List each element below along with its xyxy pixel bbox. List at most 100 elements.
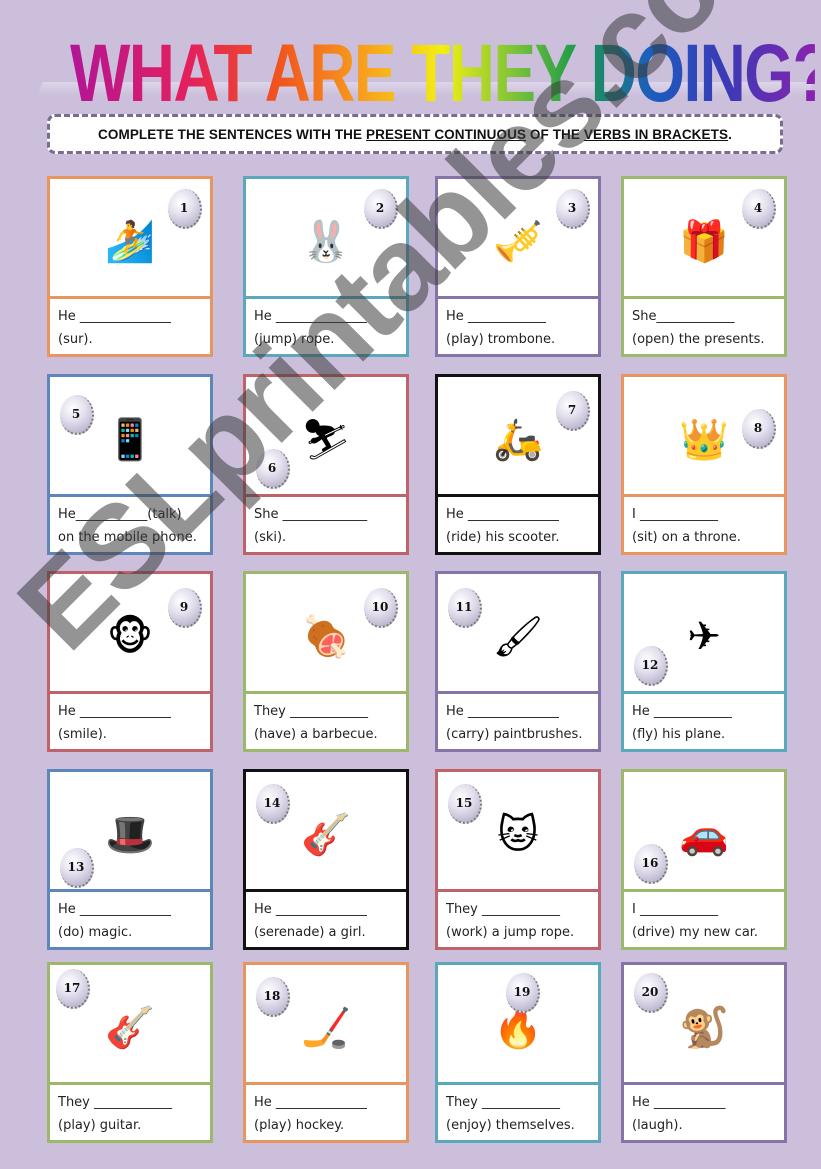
sentence-blank-line[interactable]: He ______________	[58, 305, 204, 328]
sentence-blank-line[interactable]: He ______________	[254, 1091, 400, 1114]
exercise-sentence: He___________(talk)on the mobile phone.	[50, 497, 210, 549]
exercise-picture: 🎸 17	[50, 965, 210, 1085]
sentence-verb-hint: (laugh).	[632, 1118, 683, 1133]
exercise-card: 🏒 18 He ______________ (play) hockey.	[243, 962, 409, 1143]
number-badge: 3	[556, 189, 590, 229]
exercise-picture: 🐒 20	[624, 965, 784, 1085]
sentence-blank-line[interactable]: He ______________	[58, 700, 204, 723]
exercise-picture: 🎸 14	[246, 772, 406, 892]
cartoon-illustration-icon: 🐱	[497, 812, 539, 859]
number-badge: 14	[256, 784, 290, 824]
number-badge: 16	[634, 844, 668, 884]
exercise-sentence: He ____________ (fly) his plane.	[624, 694, 784, 746]
sentence-verb-hint: (sit) on a throne.	[632, 530, 741, 545]
exercise-picture: ✈ 12	[624, 574, 784, 694]
cartoon-illustration-icon: 👑	[679, 417, 729, 464]
sentence-verb-hint: (do) magic.	[58, 925, 133, 940]
exercise-sentence: She____________ (open) the presents.	[624, 299, 784, 351]
exercise-picture: 📱 5	[50, 377, 210, 497]
exercise-card: 🚗 16 I ____________ (drive) my new car.	[621, 769, 787, 950]
exercise-picture: 🎺 3	[438, 179, 598, 299]
sentence-blank-line[interactable]: He ______________	[254, 898, 400, 921]
cartoon-illustration-icon: 🎁	[679, 219, 729, 266]
number-badge: 13	[60, 848, 94, 888]
sentence-verb-hint: (drive) my new car.	[632, 925, 759, 940]
number-badge: 20	[634, 973, 668, 1013]
cartoon-illustration-icon: 🐒	[679, 1005, 729, 1052]
sentence-verb-hint: on the mobile phone.	[58, 530, 197, 545]
exercise-picture: 🔥 19	[438, 965, 598, 1085]
cartoon-illustration-icon: 🚗	[679, 812, 729, 859]
instructions-text-3: .	[728, 126, 732, 142]
number-badge: 7	[556, 391, 590, 431]
sentence-blank-line[interactable]: He ______________	[58, 898, 204, 921]
sentence-verb-hint: (jump) rope.	[254, 332, 335, 347]
exercise-sentence: He ______________ (play) hockey.	[246, 1085, 406, 1137]
instructions-underlined-1: PRESENT CONTINUOUS	[366, 126, 527, 142]
exercise-card: ⛷ 6 She _____________ (ski).	[243, 374, 409, 555]
number-badge: 10	[364, 588, 398, 628]
exercise-picture: 🎩 13	[50, 772, 210, 892]
cartoon-illustration-icon: 🎩	[105, 812, 155, 859]
sentence-verb-hint: (ski).	[254, 530, 287, 545]
sentence-blank-line[interactable]: They ____________	[446, 898, 592, 921]
sentence-verb-hint: (smile).	[58, 727, 107, 742]
exercise-picture: 🐱 15	[438, 772, 598, 892]
sentence-verb-hint: (sur).	[58, 332, 93, 347]
exercise-sentence: He ______________ (sur).	[50, 299, 210, 351]
exercise-sentence: They ____________ (have) a barbecue.	[246, 694, 406, 746]
instructions-text-2: OF THE	[526, 126, 584, 142]
instructions-underlined-2: VERBS IN BRACKETS	[583, 126, 729, 142]
number-badge: 5	[60, 395, 94, 435]
exercise-card: ✈ 12 He ____________ (fly) his plane.	[621, 571, 787, 752]
exercise-card: 🔥 19 They ____________ (enjoy) themselves.	[435, 962, 601, 1143]
page-title: WHAT ARE THEY DOING?	[70, 28, 821, 119]
sentence-blank-line[interactable]: He ______________	[446, 503, 592, 526]
exercise-picture: 🛵 7	[438, 377, 598, 497]
exercise-card: 🎸 17 They ____________ (play) guitar.	[47, 962, 213, 1143]
exercise-picture: 👑 8	[624, 377, 784, 497]
cartoon-illustration-icon: 🎸	[301, 812, 351, 859]
exercise-sentence: He ______________ (smile).	[50, 694, 210, 746]
exercise-sentence: I ____________ (drive) my new car.	[624, 892, 784, 944]
sentence-blank-line[interactable]: He ______________	[446, 700, 592, 723]
exercise-card: 🛵 7 He ______________ (ride) his scooter.	[435, 374, 601, 555]
exercise-sentence: He ______________ (serenade) a girl.	[246, 892, 406, 944]
sentence-blank-line[interactable]: He ____________	[632, 700, 778, 723]
exercise-sentence: He ______________ (jump) rope.	[246, 299, 406, 351]
sentence-verb-hint: (enjoy) themselves.	[446, 1118, 575, 1133]
exercise-card: 👑 8 I ____________ (sit) on a throne.	[621, 374, 787, 555]
sentence-blank-line[interactable]: He___________(talk)	[58, 503, 204, 526]
sentence-blank-line[interactable]: They ____________	[254, 700, 400, 723]
exercise-sentence: He ______________ (ride) his scooter.	[438, 497, 598, 549]
exercise-picture: ⛷ 6	[246, 377, 406, 497]
sentence-verb-hint: (fly) his plane.	[632, 727, 726, 742]
exercise-sentence: They ____________ (play) guitar.	[50, 1085, 210, 1137]
exercise-picture: 🏒 18	[246, 965, 406, 1085]
exercise-card: 🐵 9 He ______________ (smile).	[47, 571, 213, 752]
exercise-card: 📱 5 He___________(talk) on the mobile phone…	[47, 374, 213, 555]
sentence-blank-line[interactable]: She____________	[632, 305, 778, 328]
sentence-blank-line[interactable]: They ____________	[446, 1091, 592, 1114]
sentence-blank-line[interactable]: He ____________	[446, 305, 592, 328]
sentence-verb-hint: (carry) paintbrushes.	[446, 727, 583, 742]
cartoon-illustration-icon: 🔥	[493, 1005, 543, 1052]
cartoon-illustration-icon: ⛷	[300, 417, 352, 464]
sentence-blank-line[interactable]: I ____________	[632, 503, 778, 526]
cartoon-illustration-icon: 🏄	[105, 219, 155, 266]
exercise-card: 🎁 4 She____________ (open) the presents.	[621, 176, 787, 357]
number-badge: 12	[634, 646, 668, 686]
sentence-blank-line[interactable]: I ____________	[632, 898, 778, 921]
number-badge: 1	[168, 189, 202, 229]
sentence-verb-hint: (play) trombone.	[446, 332, 556, 347]
sentence-blank-line[interactable]: They ____________	[58, 1091, 204, 1114]
number-badge: 6	[256, 449, 290, 489]
sentence-verb-hint: (serenade) a girl.	[254, 925, 366, 940]
sentence-blank-line[interactable]: He ______________	[254, 305, 400, 328]
sentence-verb-hint: (ride) his scooter.	[446, 530, 560, 545]
sentence-blank-line[interactable]: She _____________	[254, 503, 400, 526]
number-badge: 18	[256, 977, 290, 1017]
cartoon-illustration-icon: 🍖	[301, 614, 351, 661]
sentence-blank-line[interactable]: He ___________	[632, 1091, 778, 1114]
sentence-verb-hint: (play) guitar.	[58, 1118, 142, 1133]
